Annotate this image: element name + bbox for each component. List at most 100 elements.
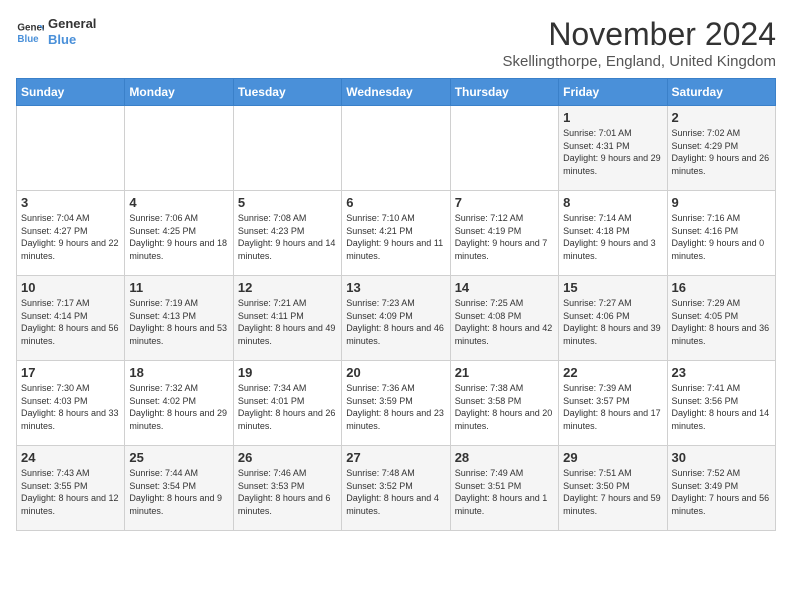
calendar-cell: 19 Sunrise: 7:34 AM Sunset: 4:01 PM Dayli… xyxy=(233,361,341,446)
day-info: Sunrise: 7:29 AM Sunset: 4:05 PM Dayligh… xyxy=(672,297,771,347)
calendar-cell: 5Sunrise: 7:08 AM Sunset: 4:23 PM Daylig… xyxy=(233,191,341,276)
day-info: Sunrise: 7:41 AM Sunset: 3:56 PM Dayligh… xyxy=(672,382,771,432)
calendar-cell: 29 Sunrise: 7:51 AM Sunset: 3:50 PM Dayli… xyxy=(559,446,667,531)
calendar-cell: 6 Sunrise: 7:10 AM Sunset: 4:21 PM Daylig… xyxy=(342,191,450,276)
calendar-cell: 8 Sunrise: 7:14 AM Sunset: 4:18 PM Daylig… xyxy=(559,191,667,276)
calendar-cell: 18Sunrise: 7:32 AM Sunset: 4:02 PM Dayli… xyxy=(125,361,233,446)
day-info: Sunrise: 7:38 AM Sunset: 3:58 PM Dayligh… xyxy=(455,382,554,432)
day-number: 22 xyxy=(563,365,662,380)
day-number: 8 xyxy=(563,195,662,210)
day-info: Sunrise: 7:16 AM Sunset: 4:16 PM Dayligh… xyxy=(672,212,771,262)
calendar-cell: 1 Sunrise: 7:01 AM Sunset: 4:31 PM Daylig… xyxy=(559,106,667,191)
week-row-2: 10 Sunrise: 7:17 AM Sunset: 4:14 PM Dayli… xyxy=(17,276,776,361)
calendar-cell: 13Sunrise: 7:23 AM Sunset: 4:09 PM Dayli… xyxy=(342,276,450,361)
day-info: Sunrise: 7:39 AM Sunset: 3:57 PM Dayligh… xyxy=(563,382,662,432)
day-info: Sunrise: 7:49 AM Sunset: 3:51 PM Dayligh… xyxy=(455,467,554,517)
day-number: 28 xyxy=(455,450,554,465)
day-number: 20 xyxy=(346,365,445,380)
day-number: 12 xyxy=(238,280,337,295)
day-info: Sunrise: 7:30 AM Sunset: 4:03 PM Dayligh… xyxy=(21,382,120,432)
title-block: November 2024 Skellingthorpe, England, U… xyxy=(502,16,776,70)
day-info: Sunrise: 7:19 AM Sunset: 4:13 PM Dayligh… xyxy=(129,297,228,347)
day-info: Sunrise: 7:14 AM Sunset: 4:18 PM Dayligh… xyxy=(563,212,662,262)
calendar-table: SundayMondayTuesdayWednesdayThursdayFrid… xyxy=(16,78,776,531)
day-info: Sunrise: 7:51 AM Sunset: 3:50 PM Dayligh… xyxy=(563,467,662,517)
day-info: Sunrise: 7:01 AM Sunset: 4:31 PM Dayligh… xyxy=(563,127,662,177)
day-info: Sunrise: 7:10 AM Sunset: 4:21 PM Dayligh… xyxy=(346,212,445,262)
day-info: Sunrise: 7:48 AM Sunset: 3:52 PM Dayligh… xyxy=(346,467,445,517)
day-info: Sunrise: 7:36 AM Sunset: 3:59 PM Dayligh… xyxy=(346,382,445,432)
header: General Blue General Blue November 2024 … xyxy=(16,16,776,70)
week-row-0: 1 Sunrise: 7:01 AM Sunset: 4:31 PM Daylig… xyxy=(17,106,776,191)
logo-text-general: General xyxy=(48,16,96,32)
calendar-cell: 21 Sunrise: 7:38 AM Sunset: 3:58 PM Dayli… xyxy=(450,361,558,446)
calendar-cell xyxy=(450,106,558,191)
calendar-cell: 2 Sunrise: 7:02 AM Sunset: 4:29 PM Daylig… xyxy=(667,106,775,191)
calendar-cell: 24Sunrise: 7:43 AM Sunset: 3:55 PM Dayli… xyxy=(17,446,125,531)
day-number: 19 xyxy=(238,365,337,380)
calendar-cell: 22 Sunrise: 7:39 AM Sunset: 3:57 PM Dayli… xyxy=(559,361,667,446)
day-number: 2 xyxy=(672,110,771,125)
day-info: Sunrise: 7:27 AM Sunset: 4:06 PM Dayligh… xyxy=(563,297,662,347)
logo-icon: General Blue xyxy=(16,18,44,46)
header-thursday: Thursday xyxy=(450,79,558,106)
day-number: 26 xyxy=(238,450,337,465)
calendar-cell: 4 Sunrise: 7:06 AM Sunset: 4:25 PM Daylig… xyxy=(125,191,233,276)
logo-text-blue: Blue xyxy=(48,32,96,48)
calendar-cell: 7Sunrise: 7:12 AM Sunset: 4:19 PM Daylig… xyxy=(450,191,558,276)
day-number: 29 xyxy=(563,450,662,465)
calendar-cell: 3 Sunrise: 7:04 AM Sunset: 4:27 PM Daylig… xyxy=(17,191,125,276)
day-info: Sunrise: 7:52 AM Sunset: 3:49 PM Dayligh… xyxy=(672,467,771,517)
calendar-cell: 10 Sunrise: 7:17 AM Sunset: 4:14 PM Dayli… xyxy=(17,276,125,361)
header-wednesday: Wednesday xyxy=(342,79,450,106)
day-number: 14 xyxy=(455,280,554,295)
calendar-cell xyxy=(125,106,233,191)
day-info: Sunrise: 7:46 AM Sunset: 3:53 PM Dayligh… xyxy=(238,467,337,517)
header-monday: Monday xyxy=(125,79,233,106)
day-info: Sunrise: 7:34 AM Sunset: 4:01 PM Dayligh… xyxy=(238,382,337,432)
day-number: 27 xyxy=(346,450,445,465)
day-number: 5 xyxy=(238,195,337,210)
day-number: 21 xyxy=(455,365,554,380)
day-number: 7 xyxy=(455,195,554,210)
day-info: Sunrise: 7:21 AM Sunset: 4:11 PM Dayligh… xyxy=(238,297,337,347)
calendar-cell: 14 Sunrise: 7:25 AM Sunset: 4:08 PM Dayli… xyxy=(450,276,558,361)
day-number: 9 xyxy=(672,195,771,210)
calendar-cell xyxy=(342,106,450,191)
calendar-cell: 11 Sunrise: 7:19 AM Sunset: 4:13 PM Dayli… xyxy=(125,276,233,361)
week-row-1: 3 Sunrise: 7:04 AM Sunset: 4:27 PM Daylig… xyxy=(17,191,776,276)
week-row-4: 24Sunrise: 7:43 AM Sunset: 3:55 PM Dayli… xyxy=(17,446,776,531)
calendar-cell: 27 Sunrise: 7:48 AM Sunset: 3:52 PM Dayli… xyxy=(342,446,450,531)
svg-text:Blue: Blue xyxy=(17,33,39,44)
calendar-cell xyxy=(17,106,125,191)
day-number: 18 xyxy=(129,365,228,380)
day-number: 24 xyxy=(21,450,120,465)
day-number: 1 xyxy=(563,110,662,125)
day-number: 3 xyxy=(21,195,120,210)
day-number: 30 xyxy=(672,450,771,465)
day-number: 4 xyxy=(129,195,228,210)
calendar-body: 1 Sunrise: 7:01 AM Sunset: 4:31 PM Daylig… xyxy=(17,106,776,531)
day-info: Sunrise: 7:17 AM Sunset: 4:14 PM Dayligh… xyxy=(21,297,120,347)
day-info: Sunrise: 7:04 AM Sunset: 4:27 PM Dayligh… xyxy=(21,212,120,262)
day-number: 17 xyxy=(21,365,120,380)
day-number: 6 xyxy=(346,195,445,210)
calendar-cell: 26 Sunrise: 7:46 AM Sunset: 3:53 PM Dayli… xyxy=(233,446,341,531)
header-tuesday: Tuesday xyxy=(233,79,341,106)
calendar-cell: 12 Sunrise: 7:21 AM Sunset: 4:11 PM Dayli… xyxy=(233,276,341,361)
calendar-cell: 28 Sunrise: 7:49 AM Sunset: 3:51 PM Dayli… xyxy=(450,446,558,531)
day-info: Sunrise: 7:23 AM Sunset: 4:09 PM Dayligh… xyxy=(346,297,445,347)
day-number: 10 xyxy=(21,280,120,295)
day-info: Sunrise: 7:06 AM Sunset: 4:25 PM Dayligh… xyxy=(129,212,228,262)
day-number: 11 xyxy=(129,280,228,295)
header-saturday: Saturday xyxy=(667,79,775,106)
calendar-cell xyxy=(233,106,341,191)
calendar-cell: 20 Sunrise: 7:36 AM Sunset: 3:59 PM Dayli… xyxy=(342,361,450,446)
calendar-cell: 30 Sunrise: 7:52 AM Sunset: 3:49 PM Dayli… xyxy=(667,446,775,531)
day-info: Sunrise: 7:25 AM Sunset: 4:08 PM Dayligh… xyxy=(455,297,554,347)
calendar-cell: 16Sunrise: 7:29 AM Sunset: 4:05 PM Dayli… xyxy=(667,276,775,361)
day-info: Sunrise: 7:02 AM Sunset: 4:29 PM Dayligh… xyxy=(672,127,771,177)
calendar-header: SundayMondayTuesdayWednesdayThursdayFrid… xyxy=(17,79,776,106)
calendar-cell: 25Sunrise: 7:44 AM Sunset: 3:54 PM Dayli… xyxy=(125,446,233,531)
day-number: 25 xyxy=(129,450,228,465)
